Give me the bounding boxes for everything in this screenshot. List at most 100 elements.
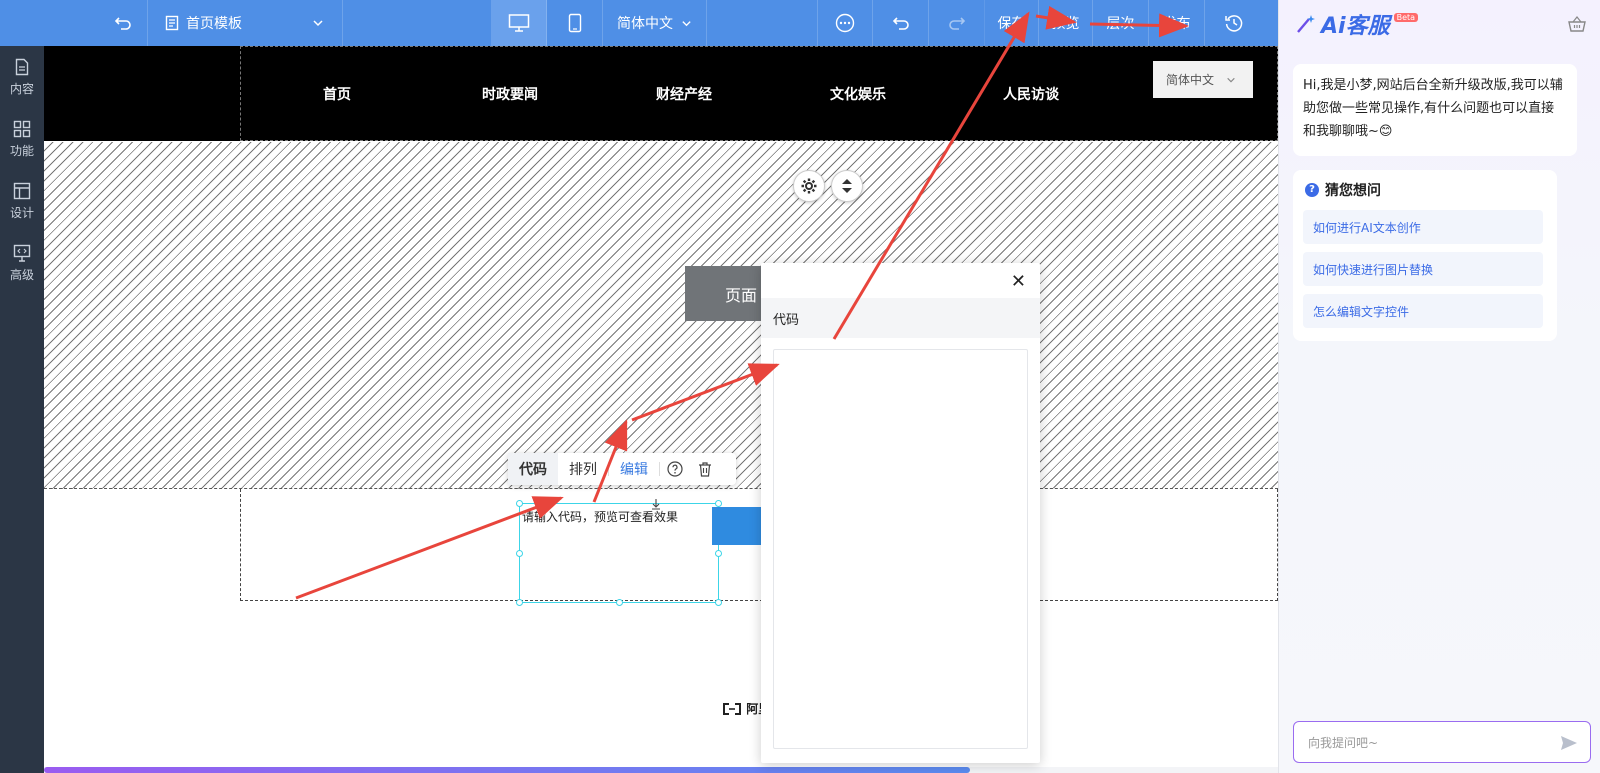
ai-assistant-panel: Ai客服 Beta Hi,我是小梦,网站后台全新升级改版,我可以辅助您做一些常见… (1278, 0, 1600, 773)
resize-handle[interactable] (715, 550, 722, 557)
nav-item-politics[interactable]: 时政要闻 (460, 84, 560, 104)
code-widget[interactable]: 请输入代码，预览可查看效果 (516, 499, 722, 606)
progress-fill (44, 767, 970, 773)
page-icon (165, 15, 179, 31)
section-move-button[interactable] (831, 170, 863, 202)
language-selector[interactable]: 简体中文 (603, 0, 707, 46)
publish-label: 发布 (1162, 16, 1191, 32)
sidebar-item-label: 设计 (9, 205, 34, 220)
undo-button[interactable] (873, 0, 929, 46)
save-button[interactable]: 保存 (985, 0, 1039, 46)
delete-button[interactable] (690, 453, 720, 485)
sort-updown-icon (842, 179, 852, 193)
send-icon[interactable] (1560, 734, 1578, 752)
nav-item-culture[interactable]: 文化娱乐 (808, 84, 908, 104)
trash-icon (699, 462, 711, 477)
desktop-icon (508, 14, 529, 32)
tool-arrange-label: 排列 (569, 462, 597, 478)
history-button[interactable] (1205, 0, 1263, 46)
code-editor-textarea[interactable] (773, 349, 1028, 749)
sidebar-item-label: 功能 (9, 143, 34, 158)
code-widget-hint: 请输入代码，预览可查看效果 (522, 510, 679, 524)
editor-topbar: 首页模板 简体中文 保存 预览 层次 发布 (0, 0, 1278, 46)
grid-icon (13, 120, 31, 137)
redo-button[interactable] (929, 0, 985, 46)
editor-canvas[interactable]: 首页 时政要闻 财经产经 文化娱乐 人民访谈 简体中文 页面 代码 排列 编辑 … (44, 46, 1278, 773)
desktop-view-button[interactable] (491, 0, 547, 46)
undo-icon (892, 17, 909, 30)
nav-selection-box (240, 46, 1278, 141)
mobile-icon (568, 13, 581, 33)
code-modal: ✕ 代码 (761, 263, 1040, 763)
resize-handle[interactable] (715, 500, 722, 507)
sidebar-item-advanced[interactable]: 高级 (0, 232, 44, 294)
undo-back-button[interactable] (0, 0, 148, 46)
component-toolbar: 代码 排列 编辑 (508, 453, 736, 485)
section-settings-button[interactable] (793, 170, 825, 202)
resize-handle[interactable] (516, 599, 523, 606)
resize-handle[interactable] (516, 550, 523, 557)
ai-greeting-bubble: Hi,我是小梦,网站后台全新升级改版,我可以辅助您做一些常见操作,有什么问题也可… (1293, 64, 1577, 156)
question-icon (667, 461, 683, 477)
preview-button[interactable]: 预览 (1039, 0, 1093, 46)
site-navigation[interactable]: 首页 时政要闻 财经产经 文化娱乐 人民访谈 简体中文 (44, 46, 1278, 141)
redo-icon (948, 17, 965, 30)
close-icon[interactable]: ✕ (1011, 271, 1026, 292)
nav-item-interview[interactable]: 人民访谈 (981, 84, 1081, 104)
more-dots-icon (835, 13, 855, 33)
gear-icon (801, 178, 817, 194)
ai-greeting-text: Hi,我是小梦,网站后台全新升级改版,我可以辅助您做一些常见操作,有什么问题也可… (1303, 78, 1563, 139)
ai-panel-title: Ai客服 Beta (1295, 10, 1419, 39)
tool-edit-button[interactable]: 编辑 (609, 453, 659, 485)
guess-title-text: 猜您想问 (1325, 183, 1381, 199)
resize-handle[interactable] (516, 500, 523, 507)
undo-arrow-icon (114, 17, 131, 30)
modal-tab-code[interactable]: 代码 (773, 309, 799, 328)
suggested-question[interactable]: 如何快速进行图片替换 (1303, 252, 1543, 286)
page-button[interactable]: 页面 (685, 266, 765, 321)
resize-handle[interactable] (715, 599, 722, 606)
resize-handle[interactable] (616, 599, 623, 606)
banner-placeholder[interactable] (44, 142, 1278, 489)
tool-edit-label: 编辑 (620, 462, 648, 478)
nav-item-home[interactable]: 首页 (287, 84, 387, 104)
basket-icon[interactable] (1568, 16, 1586, 32)
left-sidebar: 内容 功能 设计 高级 (0, 46, 44, 773)
chevron-down-icon (1227, 77, 1235, 82)
progress-bar (44, 767, 1278, 773)
layout-icon (13, 182, 31, 199)
tool-arrange-tab[interactable]: 排列 (558, 453, 608, 485)
sidebar-item-content[interactable]: 内容 (0, 46, 44, 108)
mobile-view-button[interactable] (547, 0, 603, 46)
site-language-select[interactable]: 简体中文 (1153, 61, 1253, 98)
layers-button[interactable]: 层次 (1093, 0, 1149, 46)
ai-input-placeholder: 向我提问吧~ (1308, 735, 1379, 750)
ai-sparkle-icon (1297, 15, 1315, 33)
ai-chat-input[interactable]: 向我提问吧~ (1293, 721, 1591, 763)
question-badge-icon: ? (1305, 183, 1319, 197)
preview-label: 预览 (1051, 16, 1080, 32)
sidebar-item-design[interactable]: 设计 (0, 170, 44, 232)
suggested-questions-title: ? 猜您想问 (1305, 180, 1381, 200)
ai-title-text: Ai客服 (1321, 14, 1390, 39)
more-button[interactable] (817, 0, 873, 46)
language-label: 简体中文 (617, 16, 673, 32)
suggested-question[interactable]: 怎么编辑文字控件 (1303, 294, 1543, 328)
nav-item-finance[interactable]: 财经产经 (634, 84, 734, 104)
publish-button[interactable]: 发布 (1149, 0, 1205, 46)
tool-code-tab[interactable]: 代码 (508, 453, 558, 485)
suggested-questions-card: ? 猜您想问 如何进行AI文本创作 如何快速进行图片替换 怎么编辑文字控件 (1293, 170, 1557, 341)
page-button-label: 页面 (725, 285, 758, 305)
template-selector[interactable]: 首页模板 (148, 0, 343, 46)
blue-button-block[interactable] (712, 507, 762, 545)
modal-tabbar: 代码 (761, 298, 1040, 338)
sidebar-item-label: 内容 (9, 81, 34, 96)
history-clock-icon (1225, 15, 1243, 32)
suggested-question[interactable]: 如何进行AI文本创作 (1303, 210, 1543, 244)
download-arrow-icon (652, 499, 660, 510)
sidebar-item-function[interactable]: 功能 (0, 108, 44, 170)
code-section[interactable] (240, 489, 1278, 601)
beta-badge: Beta (1393, 12, 1419, 22)
help-button[interactable] (660, 453, 690, 485)
layers-label: 层次 (1106, 16, 1135, 32)
